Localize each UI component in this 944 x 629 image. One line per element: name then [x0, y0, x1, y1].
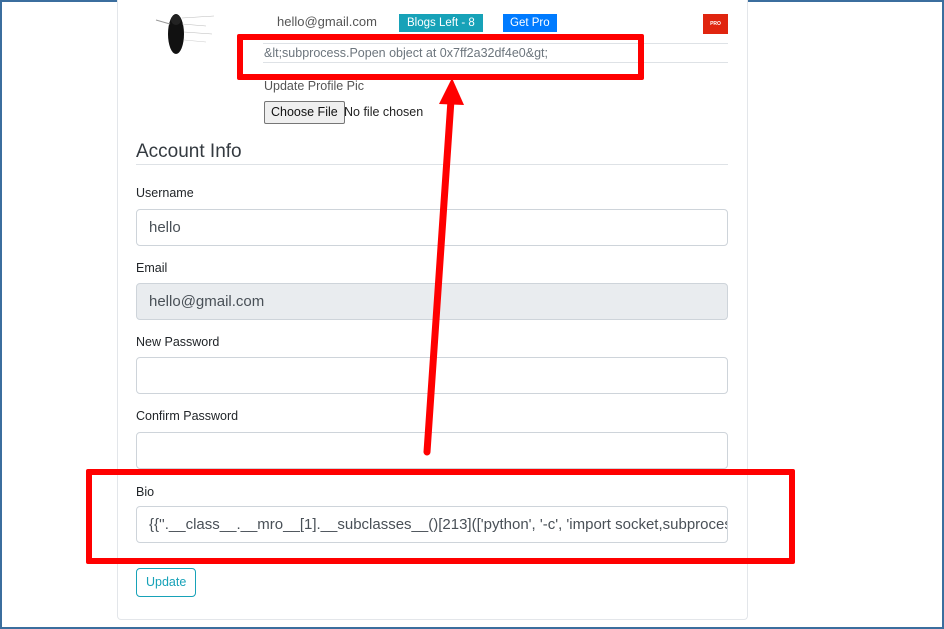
annotation-arrow: [423, 78, 464, 456]
